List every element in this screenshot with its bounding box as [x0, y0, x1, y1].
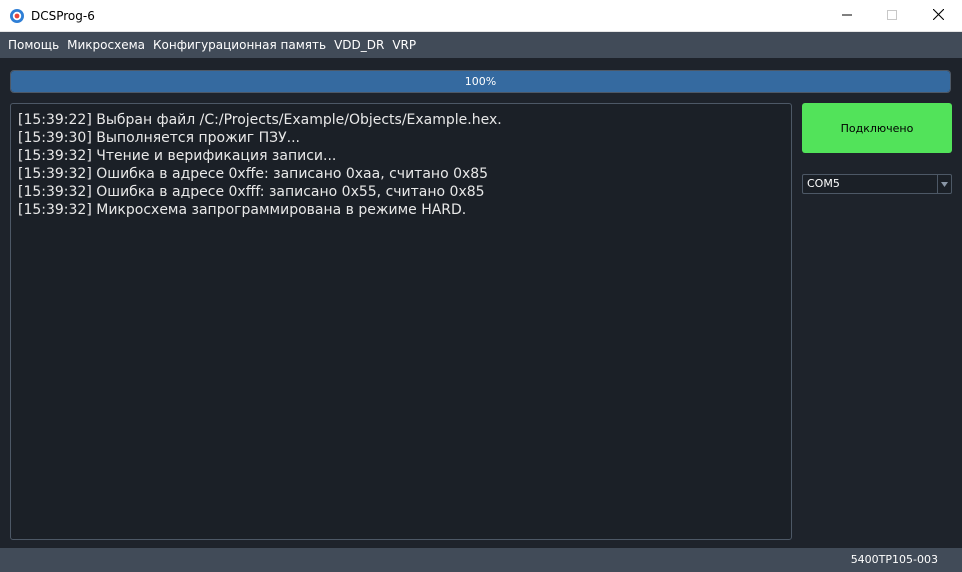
menu-config-memory[interactable]: Конфигурационная память — [149, 32, 330, 58]
log-line: [15:39:32] Ошибка в адресе 0xffe: записа… — [18, 166, 489, 182]
title-bar: DCSProg-6 — [0, 0, 962, 32]
log-line: [15:39:22] Выбран файл /C:/Projects/Exam… — [18, 112, 502, 128]
port-select[interactable]: COM5 — [802, 174, 952, 194]
log-output[interactable]: [15:39:22] Выбран файл /C:/Projects/Exam… — [10, 103, 792, 540]
log-line: [15:39:30] Выполняется прожиг ПЗУ... — [18, 130, 300, 146]
connect-button[interactable]: Подключено — [802, 103, 952, 153]
close-button[interactable] — [915, 0, 961, 31]
log-line: [15:39:32] Чтение и верификация записи..… — [18, 148, 337, 164]
menu-chip[interactable]: Микросхема — [63, 32, 149, 58]
minimize-button[interactable] — [824, 0, 870, 31]
log-line: [15:39:32] Ошибка в адресе 0xfff: записа… — [18, 184, 485, 200]
menu-vdd-dr[interactable]: VDD_DR — [330, 32, 388, 58]
menu-bar: Помощь Микросхема Конфигурационная памят… — [0, 32, 962, 58]
menu-help[interactable]: Помощь — [4, 32, 63, 58]
maximize-icon — [887, 9, 897, 23]
connect-button-label: Подключено — [840, 121, 914, 135]
log-line: [15:39:32] Микросхема запрограммирована … — [18, 202, 467, 218]
status-bar: 5400ТР105-003 — [0, 548, 962, 572]
progress-label: 100% — [464, 75, 497, 88]
progress-bar: 100% — [10, 70, 951, 93]
port-select-value: COM5 — [807, 177, 840, 190]
menu-vrp[interactable]: VRP — [388, 32, 420, 58]
window-title: DCSProg-6 — [31, 9, 95, 23]
app-logo-icon — [9, 8, 25, 24]
chip-status-label: 5400ТР105-003 — [850, 553, 938, 566]
maximize-button[interactable] — [869, 0, 915, 31]
close-icon — [932, 8, 944, 23]
chevron-down-icon[interactable] — [937, 175, 951, 193]
minimize-icon — [842, 9, 852, 23]
